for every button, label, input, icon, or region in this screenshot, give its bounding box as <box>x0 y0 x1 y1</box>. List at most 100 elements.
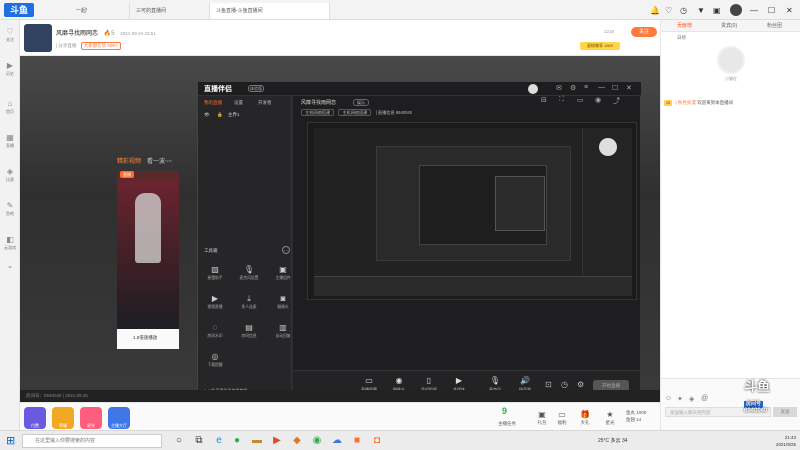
rail-item-history[interactable]: ▶ 历史 <box>0 60 20 86</box>
tool-item[interactable]: ◌ 房间水印 <box>204 322 226 344</box>
rail-item-follow[interactable]: ♡ 关注 <box>0 26 20 52</box>
browser-tab[interactable]: 一起! <box>70 3 130 19</box>
rail-item-match[interactable]: ◈ 比赛 <box>0 166 20 192</box>
more-icon[interactable]: … <box>282 246 290 254</box>
settings-icon[interactable]: ⚙ <box>570 84 576 92</box>
douyu-icon[interactable]: ◘ <box>370 434 384 448</box>
task-label[interactable]: 主播任务 <box>498 421 516 427</box>
rail-item-home[interactable]: ⌂ 首页 <box>0 98 20 124</box>
crumb-tag[interactable]: 主机网络搭建 <box>338 109 372 116</box>
avatar-icon[interactable] <box>730 4 742 16</box>
tool-item[interactable]: ▤ 房间信息 <box>238 322 260 344</box>
tool-item[interactable]: ▣ 主播组件 <box>272 264 294 286</box>
gift-ticket[interactable]: ▭ 福利 <box>550 409 574 426</box>
level-badge: 25 <box>664 100 673 106</box>
windows-start-icon[interactable]: ⊞ <box>6 434 15 448</box>
scene-label: 主界1 <box>227 112 240 117</box>
browser-tab[interactable]: 三可的直播间 <box>130 3 210 19</box>
stream-player[interactable]: 精彩视频 看一波~~ 1.5倍速播放 直播 直播伴侣 体验版 ✉ ⚙ ≡ — ☐… <box>20 56 660 402</box>
taskbar-search[interactable]: 在这里输入你要搜索的内容 <box>22 434 162 448</box>
chrome-icon[interactable]: ● <box>230 434 244 448</box>
taskview-icon[interactable]: ⧉ <box>192 434 206 448</box>
cloud-icon[interactable]: ☁ <box>330 434 344 448</box>
wallet[interactable]: 鱼丸 1000 鱼翅 14 <box>626 409 646 423</box>
avatar-icon[interactable] <box>528 84 538 94</box>
companion-sidebar: 我的直播 设置 开发者 👁 🔒 主界1 工具箱 … ▨ 摇摆助手 🎙 麦克风设置 ▣… <box>198 96 292 400</box>
share-icon[interactable]: ⤴ <box>613 96 620 106</box>
fans-icon[interactable]: ◈ <box>689 395 694 403</box>
stream-category[interactable]: 娱乐 <box>353 99 369 106</box>
tool-item[interactable]: ⤓ 多人连麦 <box>238 293 260 315</box>
timer-icon[interactable]: ◷ <box>561 380 568 389</box>
gift-item[interactable]: 主播大厅 <box>108 407 130 429</box>
box-icon[interactable]: ▣ <box>713 4 721 16</box>
host-name: 小猫在 <box>725 76 737 81</box>
anchor-avatar[interactable] <box>24 24 52 52</box>
maximize-icon[interactable]: ☐ <box>768 4 775 16</box>
tool-item[interactable]: ◙ 摄像头 <box>272 293 294 315</box>
mail-icon[interactable]: ✉ <box>556 84 562 92</box>
heart-icon[interactable]: ♡ <box>665 4 672 16</box>
minimize-icon[interactable]: — <box>750 4 758 16</box>
folder-icon[interactable]: ▬ <box>250 434 264 448</box>
media-icon[interactable]: ▶ <box>270 434 284 448</box>
tab-dev[interactable]: 开发者 <box>258 100 272 106</box>
tool-item[interactable]: ▶ 视频直播 <box>204 293 226 315</box>
cortana-icon[interactable]: ○ <box>172 434 186 448</box>
tab-contribution[interactable]: 贡献榜 <box>677 22 692 29</box>
tool-item[interactable]: ▥ 自动回复 <box>272 322 294 344</box>
edge-icon[interactable]: e <box>212 434 226 448</box>
tab-fans[interactable]: 粉丝团 <box>767 22 782 29</box>
bell-icon[interactable]: 🔔 <box>650 4 660 16</box>
record-icon[interactable]: ◉ <box>595 96 601 104</box>
rail-item-cloudgame[interactable]: ◧ 云游戏 <box>0 234 20 260</box>
maximize-icon[interactable]: ☐ <box>612 84 618 92</box>
history-icon[interactable]: ◷ <box>680 4 687 16</box>
rank-day[interactable]: 日榜 <box>677 35 686 41</box>
clock[interactable]: 21:43 2021/9/25 <box>760 434 796 448</box>
tab-vip[interactable]: 贵宾(0) <box>721 22 737 29</box>
live-preview[interactable] <box>307 122 637 300</box>
fan-badge[interactable]: 星粉尊享 1800 <box>580 42 620 50</box>
app-icon[interactable]: ■ <box>350 434 364 448</box>
preview-video-card[interactable]: 1.5倍速播放 <box>117 171 179 349</box>
gift-big[interactable]: 🎁 大礼 <box>573 409 597 426</box>
menu-icon[interactable]: ≡ <box>584 84 588 91</box>
at-icon[interactable]: @ <box>701 395 708 402</box>
lock-icon[interactable]: ⊟ <box>541 96 547 104</box>
chat-nick[interactable]: | 秋色弥漫 <box>676 100 696 105</box>
record-icon[interactable]: ⊡ <box>545 380 552 389</box>
weather[interactable]: 25°C 多云 34 <box>598 437 628 444</box>
host-avatar[interactable] <box>717 46 745 74</box>
tool-item[interactable]: 🎙 麦克风设置 <box>238 264 260 286</box>
tool-item[interactable]: ▨ 摇摆助手 <box>204 264 226 286</box>
gear-icon[interactable]: ⚙ <box>577 380 584 389</box>
companion-window[interactable]: 直播伴侣 体验版 ✉ ⚙ ≡ — ☐ ✕ 我的直播 设置 开发者 👁 🔒 主界1… <box>197 81 641 400</box>
scene-row[interactable]: 👁 🔒 主界1 <box>204 112 239 118</box>
games-icon[interactable]: ◆ <box>290 434 304 448</box>
follow-button[interactable]: 关注 <box>631 27 657 37</box>
rail-item-live[interactable]: ▦ 直播 <box>0 132 20 158</box>
close-icon[interactable]: ✕ <box>626 84 632 92</box>
room-tag[interactable]: 大家都在玩 500+ <box>80 42 121 50</box>
browser-tab-active[interactable]: 斗鱼直播-斗鱼直播间 <box>210 3 330 19</box>
rail-item-yuba[interactable]: ✎ 鱼吧 <box>0 200 20 226</box>
rail-collapse[interactable]: ⌄ <box>0 260 20 286</box>
tool-item[interactable]: ◎ 下载提醒 <box>204 351 226 373</box>
tab-my-live[interactable]: 我的直播 <box>204 100 222 106</box>
gift-item[interactable]: 荣耀 <box>52 407 74 429</box>
close-icon[interactable]: ✕ <box>786 4 793 16</box>
tab-settings[interactable]: 设置 <box>234 100 243 106</box>
emoji-icon[interactable]: ☺ <box>665 395 672 402</box>
crumb-tag[interactable]: 主机网络搭建 <box>301 109 335 116</box>
bulb-icon[interactable]: ✦ <box>677 395 683 403</box>
wechat-icon[interactable]: ◉ <box>310 434 324 448</box>
gift-star[interactable]: ★ 星光 <box>598 409 622 426</box>
shirt-icon[interactable]: ▼ <box>697 4 705 16</box>
expand-icon[interactable]: ⛶ <box>559 96 564 104</box>
gift-item[interactable]: 星光 <box>80 407 102 429</box>
minimize-icon[interactable]: — <box>598 84 605 91</box>
screen-icon[interactable]: ▭ <box>577 96 584 104</box>
gift-item[interactable]: 付费 <box>24 407 46 429</box>
douyu-logo[interactable]: 斗鱼 <box>4 3 34 17</box>
